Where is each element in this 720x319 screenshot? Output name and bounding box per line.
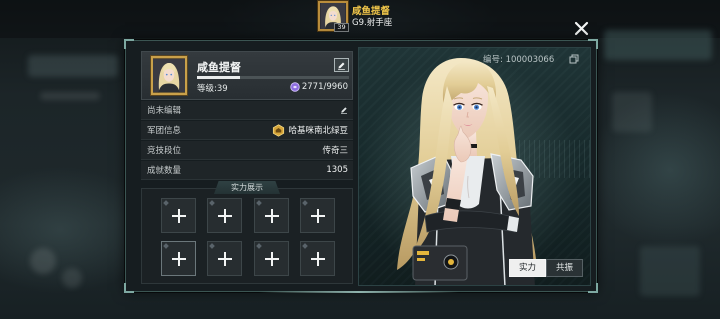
showcase-title: 实力展示	[214, 181, 280, 194]
copy-id-button[interactable]	[569, 54, 579, 64]
tab-strength[interactable]: 实力	[509, 259, 546, 277]
legion-row[interactable]: 军团信息 哈基咪南北绿豆	[141, 121, 353, 140]
plus-icon	[264, 251, 279, 266]
showcase-slot[interactable]	[161, 198, 196, 233]
player-id-label: 编号: 100003066	[483, 55, 555, 65]
signature-edit[interactable]	[340, 106, 348, 114]
avatar-eye	[170, 73, 173, 76]
info-list: 尚未编辑 军团信息 哈基咪南北绿豆 竞技段位 传奇三 成就数量 1305	[141, 101, 353, 181]
legion-label: 军团信息	[147, 126, 182, 136]
header-player-avatar: 39	[318, 1, 349, 32]
legion-name: 哈基咪南北绿豆	[288, 126, 348, 136]
plus-icon	[171, 251, 186, 266]
background-blur-shape	[30, 248, 56, 274]
panel-bottom-highlight	[259, 291, 459, 293]
header-level-badge: 39	[334, 23, 349, 32]
panel-corner	[124, 39, 134, 49]
signature-label: 尚未编辑	[147, 106, 182, 116]
arena-rank-label: 竞技段位	[147, 146, 182, 156]
pencil-icon-body	[341, 107, 347, 113]
signature-row[interactable]: 尚未编辑	[141, 101, 353, 120]
currency-display: 2771/9960	[290, 82, 348, 92]
arena-rank-row: 竞技段位 传奇三	[141, 141, 353, 160]
avatar-eye	[334, 14, 336, 16]
character-gear-stripe	[417, 251, 429, 255]
background-blur-shape	[604, 30, 712, 60]
edit-name-button[interactable]	[334, 58, 349, 72]
arena-rank-value: 传奇三	[322, 146, 348, 156]
character-left-pupil	[458, 106, 461, 109]
close-icon-cross	[574, 21, 589, 36]
character-portrait	[359, 58, 579, 285]
character-display: 编号: 100003066 实力 共振	[358, 47, 591, 286]
profile-name: 咸鱼提督	[197, 61, 241, 74]
showcase-slot[interactable]	[254, 198, 289, 233]
plus-icon	[171, 208, 186, 223]
plus-icon	[264, 208, 279, 223]
showcase-slot[interactable]	[207, 198, 242, 233]
background-blur-shape	[612, 92, 652, 132]
view-tabs: 实力 共振	[509, 259, 583, 277]
level-progress-bar	[197, 76, 349, 79]
achievement-row: 成就数量 1305	[141, 161, 353, 180]
legion-value[interactable]: 哈基咪南北绿豆	[272, 123, 348, 137]
character-gear-stripe	[417, 258, 425, 261]
level-label: 等级:39	[197, 84, 228, 94]
copy-icon	[569, 54, 579, 64]
tab-resonance[interactable]: 共振	[546, 259, 583, 277]
showcase-slot[interactable]	[161, 241, 196, 276]
plus-icon	[217, 208, 232, 223]
legion-badge-icon	[273, 123, 285, 137]
character-gear-light	[448, 259, 454, 265]
plus-icon	[310, 208, 325, 223]
showcase-slot[interactable]	[300, 198, 335, 233]
avatar-eye	[330, 14, 332, 16]
profile-avatar[interactable]	[151, 56, 187, 95]
background-blur-shape	[40, 92, 100, 100]
header-player-name: 咸鱼提督	[352, 6, 391, 17]
header-server-name: G9.射手座	[352, 18, 393, 28]
pencil-icon	[338, 62, 345, 70]
panel-corner	[124, 283, 134, 293]
copy-icon-front	[569, 56, 577, 64]
showcase-grid	[141, 188, 353, 284]
profile-panel: 咸鱼提督 等级:39 2771/9960 尚未编辑 军团信息 哈基咪南北绿豆 竞…	[124, 39, 598, 293]
background-blur-shape	[28, 55, 118, 77]
close-button[interactable]	[574, 21, 589, 36]
level-progress-fill	[197, 76, 240, 79]
character-glove	[507, 216, 519, 232]
plus-icon	[310, 251, 325, 266]
character-right-pupil	[475, 106, 478, 109]
background-blur-shape	[640, 246, 700, 296]
currency-value: 2771/9960	[301, 82, 348, 92]
showcase-slot[interactable]	[254, 241, 289, 276]
achievement-label: 成就数量	[147, 166, 182, 176]
pencil-icon	[341, 107, 347, 114]
character-bracer	[445, 198, 461, 210]
profile-card: 咸鱼提督 等级:39 2771/9960	[141, 51, 353, 100]
showcase-slot[interactable]	[207, 241, 242, 276]
background-blur-shape	[62, 268, 82, 288]
pencil-icon-body	[338, 62, 345, 68]
showcase-slot[interactable]	[300, 241, 335, 276]
purple-gem-icon	[290, 82, 300, 92]
avatar-portrait	[153, 58, 185, 93]
avatar-eye	[165, 73, 168, 76]
achievement-value: 1305	[326, 165, 348, 175]
plus-icon	[217, 251, 232, 266]
close-icon	[574, 21, 589, 36]
